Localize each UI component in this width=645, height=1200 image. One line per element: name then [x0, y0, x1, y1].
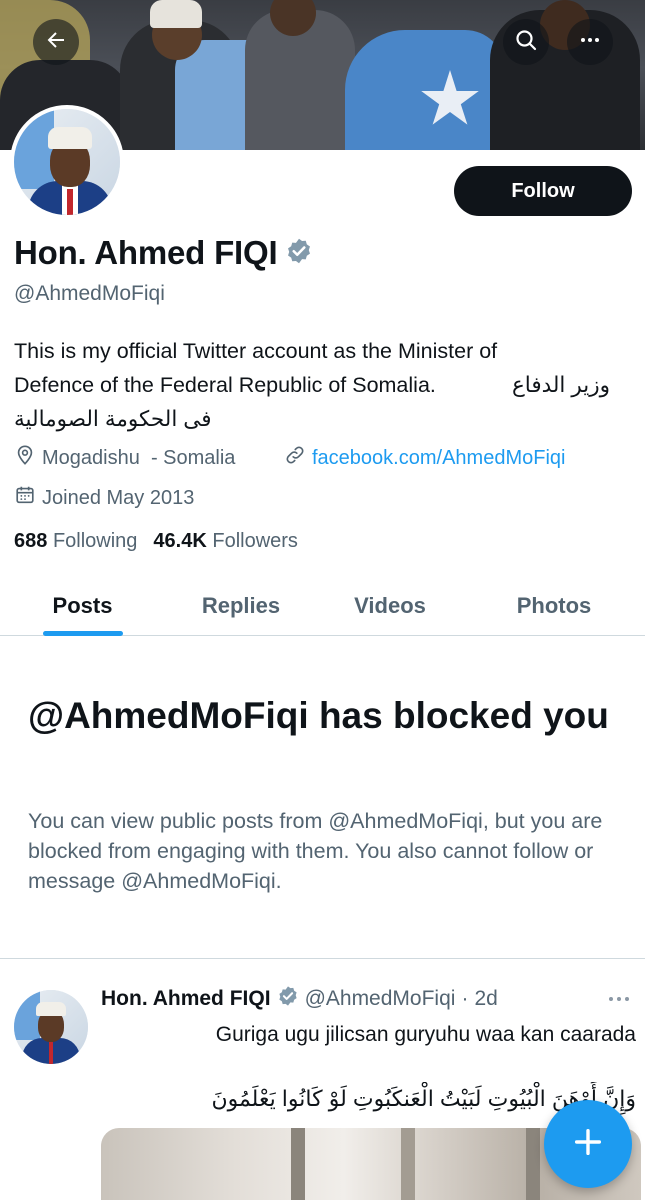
- followers-label: Followers: [212, 530, 298, 552]
- follow-counts: 688 Following 46.4K Followers: [14, 530, 298, 553]
- post-more-button[interactable]: [604, 986, 634, 1012]
- following-count: 688: [14, 530, 48, 552]
- banner-flag: [345, 30, 505, 150]
- tab-photos[interactable]: Photos: [463, 576, 645, 636]
- location-pin-icon: [14, 444, 36, 472]
- verified-badge-icon[interactable]: [285, 237, 313, 270]
- post-avatar[interactable]: [14, 990, 88, 1064]
- compose-button[interactable]: [544, 1100, 632, 1188]
- banner-figure: [150, 0, 202, 28]
- profile-tabs: Posts Replies Videos Photos: [0, 576, 645, 636]
- profile-avatar[interactable]: [10, 105, 124, 219]
- following-count-link[interactable]: 688 Following: [14, 530, 137, 553]
- profile-handle: @AhmedMoFiqi: [14, 282, 165, 305]
- plus-icon: [571, 1125, 605, 1164]
- post-author-name[interactable]: Hon. Ahmed FIQI: [101, 987, 271, 1011]
- divider: [0, 958, 645, 959]
- display-name: Hon. Ahmed FIQI: [14, 234, 278, 271]
- bio-text: Defence of the Federal Republic of Somal…: [14, 373, 436, 397]
- calendar-icon: [14, 484, 36, 512]
- bio-text-arabic: وزير الدفاع: [511, 373, 610, 397]
- post-text-arabic: وَإِنَّ أَوْهَنَ الْبُيُوتِ لَبَيْتُ الْ…: [211, 1086, 636, 1111]
- followers-count: 46.4K: [153, 530, 207, 552]
- tab-posts[interactable]: Posts: [0, 576, 165, 636]
- bio-line: This is my official Twitter account as t…: [14, 339, 498, 363]
- profile-joined: Joined May 2013: [14, 484, 194, 512]
- profile-name-row: Hon. Ahmed FIQI: [14, 234, 313, 272]
- tab-videos[interactable]: Videos: [317, 576, 463, 636]
- more-icon: [608, 990, 630, 1008]
- post-text: Guriga ugu jilicsan guryuhu waa kan caar…: [215, 1023, 636, 1046]
- blocked-message: You can view public posts from @AhmedMoF…: [28, 809, 603, 893]
- post-separator: ·: [461, 987, 469, 1010]
- bio-text-arabic: فى الحكومة الصومالية: [14, 407, 212, 431]
- post-header: Hon. Ahmed FIQI @AhmedMoFiqi · 2d: [101, 985, 498, 1013]
- active-tab-indicator: [43, 631, 123, 636]
- back-button[interactable]: [33, 19, 79, 65]
- post-author-handle[interactable]: @AhmedMoFiqi: [305, 987, 456, 1011]
- followers-count-link[interactable]: 46.4K Followers: [153, 530, 298, 553]
- search-icon: [514, 28, 538, 57]
- profile-location: Mogadishu - Somalia: [14, 444, 235, 472]
- profile-website[interactable]: facebook.com/AhmedMoFiqi: [284, 444, 565, 472]
- tab-replies[interactable]: Replies: [165, 576, 317, 636]
- bio-line: Defence of the Federal Republic of Somal…: [14, 368, 610, 402]
- follow-button[interactable]: Follow: [454, 166, 632, 216]
- verified-badge-icon[interactable]: [277, 985, 299, 1013]
- profile-bio: This is my official Twitter account as t…: [14, 334, 624, 436]
- more-icon: [578, 28, 602, 57]
- post-timestamp[interactable]: 2d: [474, 987, 497, 1011]
- search-button[interactable]: [503, 19, 549, 65]
- joined-text: Joined May 2013: [42, 486, 195, 509]
- website-link[interactable]: facebook.com/AhmedMoFiqi: [312, 447, 565, 470]
- location-text: Mogadishu - Somalia: [42, 446, 236, 469]
- blocked-title: @AhmedMoFiqi has blocked you: [28, 695, 609, 736]
- arrow-left-icon: [44, 28, 68, 57]
- more-button[interactable]: [567, 19, 613, 65]
- following-label: Following: [52, 530, 138, 552]
- link-icon: [284, 444, 306, 472]
